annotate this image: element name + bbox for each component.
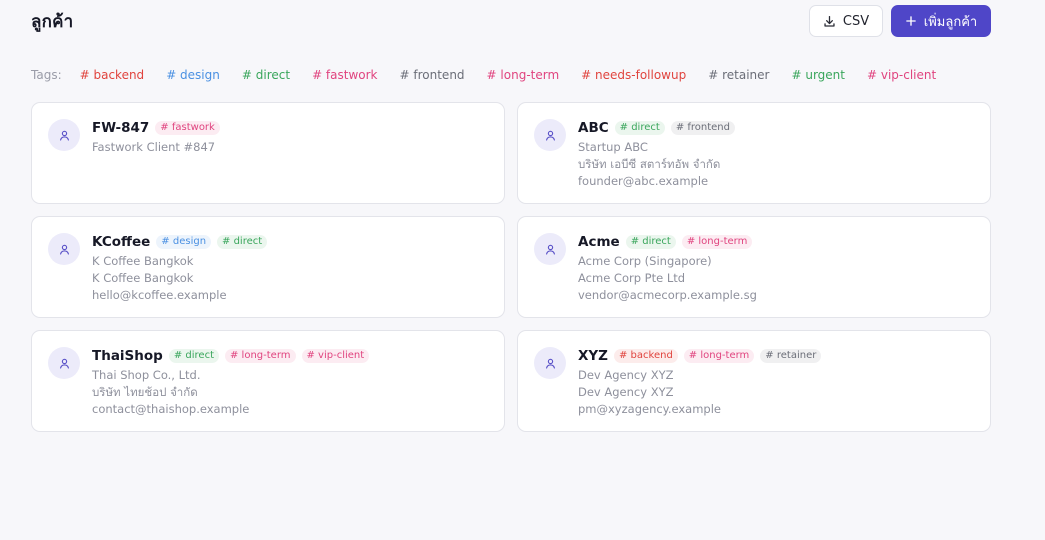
client-detail: Acme Corp Pte Ltd <box>578 271 686 285</box>
user-icon <box>545 244 555 255</box>
client-detail: Dev Agency XYZ <box>578 368 674 382</box>
client-name-row: ABC # direct # frontend <box>578 119 978 137</box>
user-icon <box>59 358 69 369</box>
avatar <box>534 233 566 265</box>
page-header: ลูกค้า CSV เพิ่มลูกค้า <box>31 0 991 42</box>
client-tag-backend: # backend <box>613 349 678 363</box>
tag-filter-frontend[interactable]: # frontend <box>400 68 465 82</box>
client-tag-frontend: # frontend <box>670 121 735 135</box>
client-detail: Dev Agency XYZ <box>578 385 674 399</box>
client-tag-retainer: # retainer <box>760 349 822 363</box>
client-tag-direct: # direct <box>217 235 268 249</box>
client-tag-long-term: # long-term <box>225 349 296 363</box>
user-icon <box>545 130 555 141</box>
tag-filter-design[interactable]: # design <box>166 68 220 82</box>
tag-filter-retainer[interactable]: # retainer <box>708 68 769 82</box>
user-icon <box>545 358 555 369</box>
tag-filter-backend[interactable]: # backend <box>80 68 145 82</box>
avatar <box>48 347 80 379</box>
page-title: ลูกค้า <box>31 12 74 32</box>
client-detail: Acme Corp (Singapore) <box>578 254 712 268</box>
tag-filter-fastwork[interactable]: # fastwork <box>312 68 377 82</box>
client-email: contact@thaishop.example <box>92 402 250 416</box>
user-icon <box>59 244 69 255</box>
client-card[interactable]: FW-847 # fastwork Fastwork Client #847 <box>31 102 505 204</box>
client-name-row: ThaiShop # direct # long-term # vip-client <box>92 347 492 365</box>
client-tag-long-term: # long-term <box>681 235 753 249</box>
avatar <box>534 347 566 379</box>
client-email: hello@kcoffee.example <box>92 288 227 302</box>
tags-label: Tags: <box>31 68 62 82</box>
client-info: KCoffee # design # direct K Coffee Bangkok K… <box>92 233 492 304</box>
clients-page: ลูกค้า CSV เพิ่มลูกค้า Tags: # backend # … <box>0 0 1045 540</box>
client-grid: FW-847 # fastwork Fastwork Client #847 ABC #… <box>31 102 991 432</box>
client-detail: K Coffee Bangkok <box>92 254 194 268</box>
client-detail: Fastwork Client #847 <box>92 140 216 154</box>
csv-button-label: CSV <box>842 13 870 29</box>
client-name-row: Acme # direct # long-term <box>578 233 978 251</box>
client-card[interactable]: KCoffee # design # direct K Coffee Bangkok K… <box>31 216 505 318</box>
download-icon <box>824 15 835 27</box>
client-tag-direct: # direct <box>625 235 676 249</box>
client-card[interactable]: Acme # direct # long-term Acme Corp (Singap… <box>517 216 991 318</box>
tag-filter-vip-client[interactable]: # vip-client <box>867 68 936 82</box>
client-email: vendor@acmecorp.example.sg <box>578 288 757 302</box>
add-client-label: เพิ่มลูกค้า <box>923 14 978 30</box>
tag-filter-direct[interactable]: # direct <box>242 68 290 82</box>
tag-filter-long-term[interactable]: # long-term <box>487 68 560 82</box>
avatar <box>48 233 80 265</box>
client-info: ABC # direct # frontend Startup ABC บริษัท เ… <box>578 119 978 190</box>
user-icon <box>59 130 69 141</box>
header-actions: CSV เพิ่มลูกค้า <box>809 5 991 37</box>
client-tag-design: # design <box>156 235 212 249</box>
client-email: pm@xyzagency.example <box>578 402 722 416</box>
client-name: Acme <box>578 234 620 250</box>
client-tag-fastwork: # fastwork <box>155 121 220 135</box>
client-info: XYZ # backend # long-term # retainer Dev Age… <box>578 347 978 418</box>
client-email: founder@abc.example <box>578 174 709 188</box>
client-tag-long-term: # long-term <box>683 349 755 363</box>
client-detail: K Coffee Bangkok <box>92 271 194 285</box>
client-detail: บริษัท เอบีซี สตาร์ทอัพ จำกัด <box>578 157 721 171</box>
client-name: FW-847 <box>92 120 150 136</box>
client-name: XYZ <box>578 348 608 364</box>
plus-icon <box>905 16 916 26</box>
client-name: ThaiShop <box>92 348 163 364</box>
client-name: KCoffee <box>92 234 151 250</box>
client-info: Acme # direct # long-term Acme Corp (Singap… <box>578 233 978 304</box>
export-csv-button[interactable]: CSV <box>809 5 883 37</box>
client-card[interactable]: XYZ # backend # long-term # retainer Dev Age… <box>517 330 991 432</box>
client-tag-vip-client: # vip-client <box>301 349 370 363</box>
avatar <box>48 119 80 151</box>
client-name-row: FW-847 # fastwork <box>92 119 492 137</box>
client-card[interactable]: ThaiShop # direct # long-term # vip-client T… <box>31 330 505 432</box>
client-name-row: KCoffee # design # direct <box>92 233 492 251</box>
client-detail: Startup ABC <box>578 140 648 154</box>
client-name-row: XYZ # backend # long-term # retainer <box>578 347 978 365</box>
tag-filter-needs-followup[interactable]: # needs-followup <box>581 68 686 82</box>
client-info: ThaiShop # direct # long-term # vip-client T… <box>92 347 492 418</box>
client-info: FW-847 # fastwork Fastwork Client #847 <box>92 119 492 156</box>
tag-filter-urgent[interactable]: # urgent <box>791 68 845 82</box>
tag-filter-bar: Tags: # backend # design # direct # fastwor… <box>31 66 991 84</box>
client-name: ABC <box>578 120 609 136</box>
add-client-button[interactable]: เพิ่มลูกค้า <box>891 5 991 37</box>
client-card[interactable]: ABC # direct # frontend Startup ABC บริษัท เ… <box>517 102 991 204</box>
client-tag-direct: # direct <box>614 121 665 135</box>
avatar <box>534 119 566 151</box>
client-detail: Thai Shop Co., Ltd. <box>92 368 201 382</box>
client-detail: บริษัท ไทยช้อป จำกัด <box>92 385 198 399</box>
client-tag-direct: # direct <box>168 349 219 363</box>
